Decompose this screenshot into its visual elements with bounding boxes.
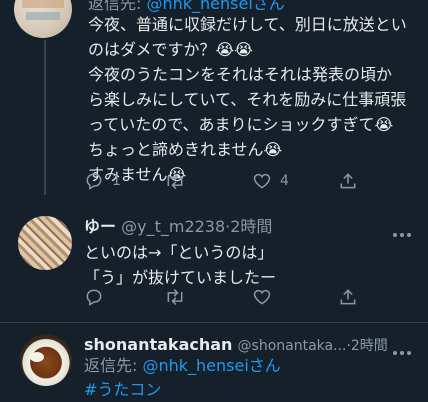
tweet-line: っていたので、あまりにショックすぎて😭 [88, 115, 394, 134]
avatar[interactable] [20, 334, 72, 386]
hashtag-link[interactable]: #うたコン [84, 377, 161, 402]
timestamp[interactable]: ·2時間 [346, 338, 387, 354]
more-icon[interactable] [392, 341, 412, 360]
share-icon [338, 287, 358, 307]
tweet-line: といのは→「というのは」 [84, 243, 274, 262]
avatar[interactable] [18, 216, 72, 270]
reply-to-line: 返信先: @nhk_henseiさん [84, 356, 281, 375]
tweet-header: ゆー @y_t_m2238·2時間 [84, 214, 272, 239]
tweet-line: 今夜、普通に収録だけして、別日に放送とい [88, 15, 407, 34]
tweet-line: のはダメですか？😭😭 [88, 40, 253, 59]
retweet-icon [164, 287, 186, 307]
retweet-icon [164, 171, 186, 191]
tweet-line: ちょっと諦めきれません😭 [88, 140, 283, 159]
reply-icon [84, 287, 104, 307]
handle[interactable]: @shonantaka... [238, 338, 347, 354]
divider [0, 322, 428, 323]
share-icon [338, 171, 358, 191]
share-button[interactable] [338, 287, 358, 307]
reply-icon [84, 171, 104, 191]
like-icon [252, 171, 272, 191]
display-name[interactable]: shonantakachan [84, 335, 232, 354]
handle[interactable]: @y_t_m2238 [121, 217, 225, 236]
tweet-text: といのは→「というのは」 「う」が抜けていましたー [84, 240, 276, 290]
display-name[interactable]: ゆー [84, 217, 116, 236]
tweet-line: ら楽しみにしていて、それを励みに仕事頑張 [88, 90, 407, 109]
timestamp[interactable]: ·2時間 [225, 217, 272, 236]
like-button[interactable]: 4 [252, 171, 289, 191]
like-count: 4 [280, 173, 289, 189]
like-icon [252, 287, 272, 307]
reply-count: 1 [112, 173, 121, 189]
tweet-line: 今夜のうたコンをそれはそれは発表の頃か [88, 65, 393, 84]
like-button[interactable] [252, 287, 272, 307]
thread-line [44, 40, 46, 195]
tweet-text: 今夜、普通に収録だけして、別日に放送とい のはダメですか？😭😭 今夜のうたコンを… [88, 12, 407, 187]
retweet-button[interactable] [164, 287, 186, 307]
more-icon[interactable] [392, 223, 412, 242]
share-button[interactable] [338, 171, 358, 191]
reply-button[interactable] [84, 287, 104, 307]
reply-to-link[interactable]: @nhk_henseiさん [142, 356, 280, 375]
reply-button[interactable]: 1 [84, 171, 121, 191]
tweet-line: すみません😭 [88, 165, 187, 184]
avatar[interactable] [14, 0, 72, 38]
retweet-button[interactable] [164, 171, 186, 191]
